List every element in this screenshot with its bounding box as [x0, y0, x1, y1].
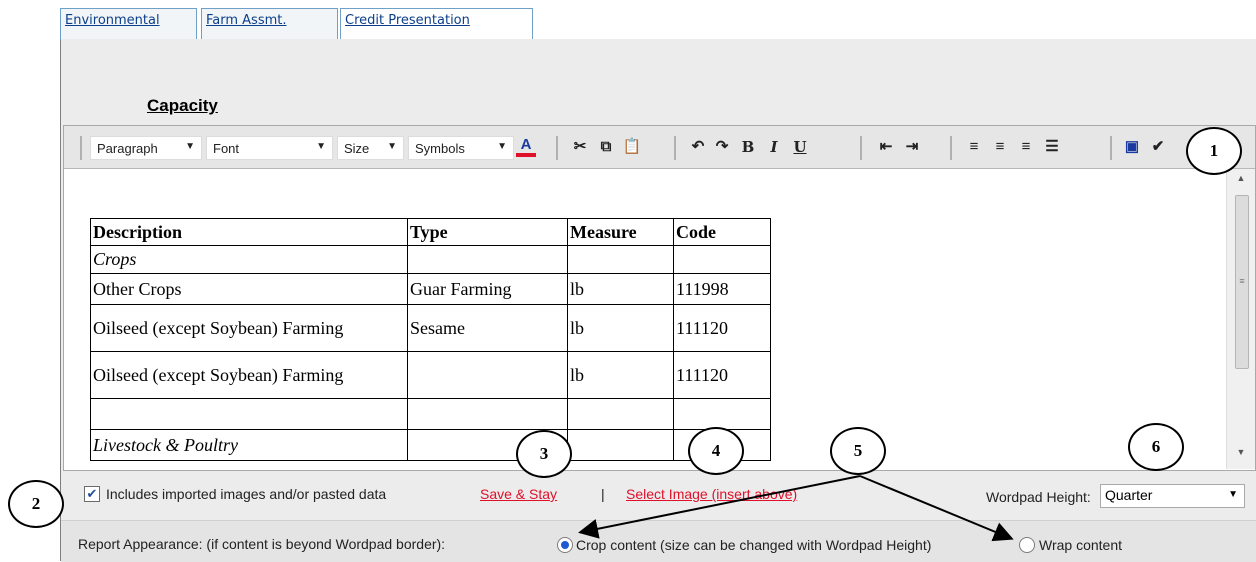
annotation-4: 4: [688, 427, 744, 475]
annotation-1: 1: [1186, 127, 1242, 175]
annotation-5: 5: [830, 427, 886, 475]
callout-arrow-crop: [578, 475, 861, 539]
annotation-3: 3: [516, 430, 572, 478]
callout-arrows: [578, 475, 1014, 542]
annotation-2: 2: [8, 480, 64, 528]
annotation-6: 6: [1128, 423, 1184, 471]
callout-arrow-wrap: [859, 475, 1014, 542]
